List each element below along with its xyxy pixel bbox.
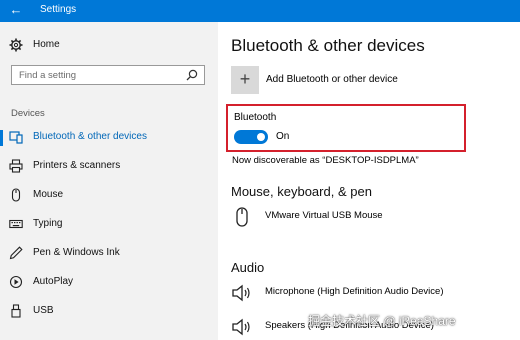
device-label: Microphone (High Definition Audio Device… — [265, 286, 444, 297]
bluetooth-highlight-box: Bluetooth On — [226, 104, 466, 152]
plus-icon: + — [231, 66, 259, 94]
sidebar-item-pen[interactable]: Pen & Windows Ink — [0, 242, 218, 266]
add-device-label: Add Bluetooth or other device — [266, 74, 398, 85]
bluetooth-devices-icon — [8, 130, 24, 146]
audio-heading: Audio — [231, 260, 265, 275]
sidebar-item-label: Typing — [33, 218, 63, 229]
back-arrow-icon[interactable]: ← — [8, 2, 24, 18]
page-title: Bluetooth & other devices — [231, 36, 425, 55]
bluetooth-toggle[interactable] — [234, 130, 268, 144]
autoplay-icon — [8, 275, 24, 291]
device-mouse[interactable]: VMware Virtual USB Mouse — [231, 206, 516, 232]
title-bar: ← Settings — [0, 0, 520, 22]
mouse-icon — [8, 188, 24, 204]
discoverable-text: Now discoverable as “DESKTOP-ISDPLMA” — [232, 155, 419, 166]
window-title: Settings — [40, 4, 77, 15]
sidebar-item-label: Home — [33, 39, 60, 50]
sidebar-item-typing[interactable]: Typing — [0, 213, 218, 237]
sidebar-item-bluetooth[interactable]: Bluetooth & other devices — [0, 126, 218, 150]
active-indicator — [0, 130, 3, 146]
sidebar: Home Find a setting Devices Bluetooth & … — [0, 22, 218, 340]
add-device-button[interactable]: + Add Bluetooth or other device — [231, 66, 501, 94]
device-microphone[interactable]: Microphone (High Definition Audio Device… — [231, 282, 516, 308]
mouse-keyboard-pen-heading: Mouse, keyboard, & pen — [231, 184, 372, 199]
gear-icon — [8, 38, 24, 54]
sidebar-item-home[interactable]: Home — [0, 34, 218, 58]
sidebar-item-mouse[interactable]: Mouse — [0, 184, 218, 208]
section-label: Devices — [11, 108, 45, 119]
bluetooth-state: On — [276, 131, 290, 142]
search-input[interactable]: Find a setting — [11, 65, 205, 85]
sidebar-item-printers[interactable]: Printers & scanners — [0, 155, 218, 179]
sidebar-item-label: Printers & scanners — [33, 160, 121, 171]
bluetooth-label: Bluetooth — [234, 112, 277, 123]
sidebar-item-label: USB — [33, 305, 54, 316]
printer-icon — [8, 159, 24, 175]
mouse-icon — [236, 207, 248, 227]
sidebar-item-label: AutoPlay — [33, 276, 74, 287]
toggle-knob — [257, 133, 265, 141]
sidebar-item-label: Bluetooth & other devices — [33, 131, 147, 142]
sidebar-item-label: Pen & Windows Ink — [33, 247, 120, 258]
usb-icon — [8, 304, 24, 320]
sidebar-item-label: Mouse — [33, 189, 64, 200]
speaker-icon — [232, 318, 250, 336]
search-placeholder: Find a setting — [19, 70, 77, 81]
search-icon — [186, 69, 198, 81]
keyboard-icon — [8, 217, 24, 233]
watermark: 掘金技术社区 @ iReaShare — [308, 314, 456, 328]
main-panel: Bluetooth & other devices + Add Bluetoot… — [218, 22, 520, 340]
device-label: VMware Virtual USB Mouse — [265, 210, 383, 221]
pen-icon — [8, 246, 24, 262]
sidebar-item-autoplay[interactable]: AutoPlay — [0, 271, 218, 295]
sidebar-item-usb[interactable]: USB — [0, 300, 218, 324]
speaker-icon — [232, 284, 250, 302]
